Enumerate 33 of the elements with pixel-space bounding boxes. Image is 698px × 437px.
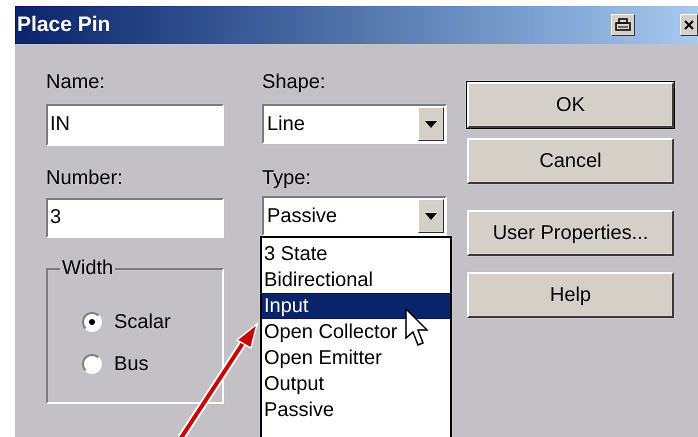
close-icon [684,20,694,30]
radio-button[interactable] [82,312,102,332]
shape-label: Shape: [262,70,326,94]
dropdown-arrow-button[interactable] [418,199,444,233]
dialog-button[interactable]: Help [467,272,674,318]
list-option[interactable]: Open Emitter [262,345,450,371]
number-label: Number: [46,166,124,190]
close-button[interactable] [680,14,698,36]
radio-label: Bus [114,352,148,376]
type-dropdown[interactable]: Passive [262,196,447,236]
dialog-button[interactable]: User Properties... [467,210,674,256]
list-option[interactable]: Input [262,293,450,319]
type-label: Type: [262,166,312,190]
window-title: Place Pin [17,12,110,38]
dialog-button[interactable]: OK [467,82,674,128]
list-option[interactable]: Open Collector [262,319,450,345]
list-option[interactable]: Passive [262,397,450,423]
name-field[interactable]: IN [46,104,224,146]
shape-dropdown[interactable]: Line [262,104,447,144]
mouse-cursor-icon [405,308,431,348]
print-button[interactable] [611,14,635,36]
name-label: Name: [46,70,106,94]
printer-icon [615,18,631,32]
list-option[interactable]: Bidirectional [262,267,450,293]
caret-icon [425,120,437,128]
dialog-button[interactable]: Cancel [467,138,674,184]
radio-label: Scalar [114,310,171,334]
list-option[interactable]: Output [262,371,450,397]
caret-icon [425,212,437,220]
radio-button[interactable] [82,354,102,374]
list-option[interactable]: 3 State [262,241,450,267]
dropdown-arrow-button[interactable] [418,107,444,141]
number-field[interactable]: 3 [46,198,224,238]
